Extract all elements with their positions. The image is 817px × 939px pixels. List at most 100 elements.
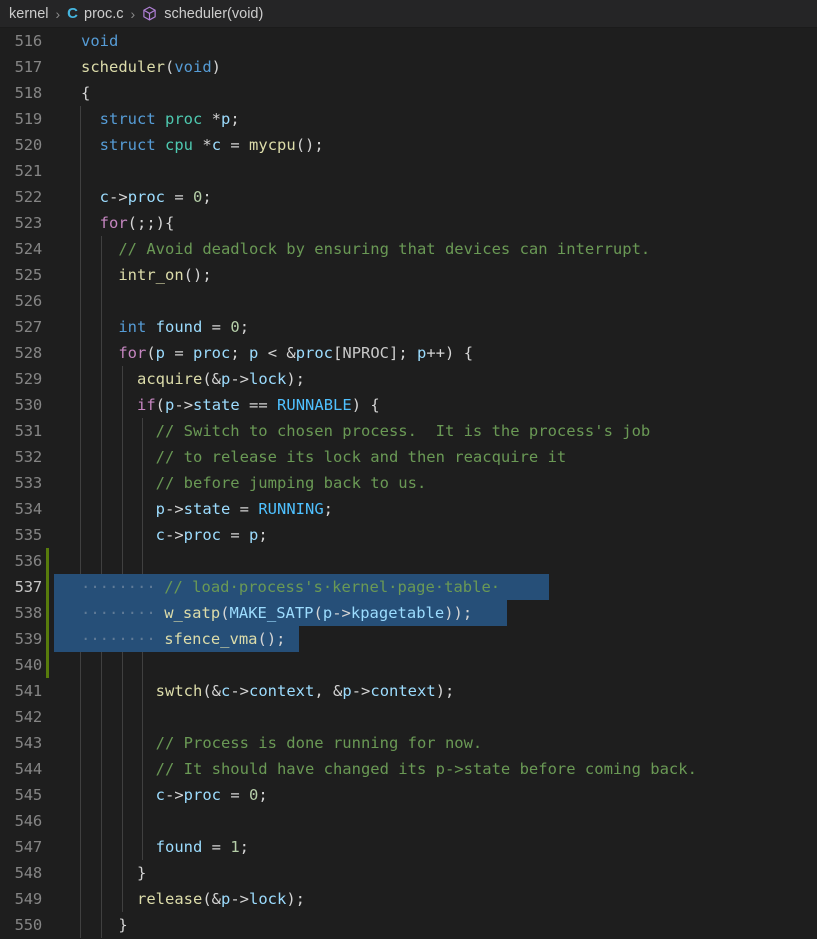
code-text[interactable]: int found = 0; bbox=[54, 314, 817, 340]
code-line[interactable]: 547 found = 1; bbox=[0, 834, 817, 860]
code-text[interactable]: if(p->state == RUNNABLE) { bbox=[54, 392, 817, 418]
code-line[interactable]: 518{ bbox=[0, 80, 817, 106]
indent-guide bbox=[100, 704, 102, 730]
code-text[interactable]: for(;;){ bbox=[54, 210, 817, 236]
code-line[interactable]: 542 bbox=[0, 704, 817, 730]
token: ); bbox=[286, 370, 306, 388]
code-text[interactable]: // It should have changed its p->state b… bbox=[54, 756, 817, 782]
code-text[interactable]: // Process is done running for now. bbox=[54, 730, 817, 756]
code-text[interactable]: swtch(&c->context, &p->context); bbox=[54, 678, 817, 704]
indent-guide bbox=[100, 288, 102, 314]
code-line[interactable]: 534 p->state = RUNNING; bbox=[0, 496, 817, 522]
token: lock bbox=[249, 370, 287, 388]
code-text[interactable]: // to release its lock and then reacquir… bbox=[54, 444, 817, 470]
code-line[interactable]: 536 bbox=[0, 548, 817, 574]
code-line[interactable]: 517 scheduler(void) bbox=[0, 54, 817, 80]
code-line[interactable]: 532 // to release its lock and then reac… bbox=[0, 444, 817, 470]
code-text[interactable]: intr_on(); bbox=[54, 262, 817, 288]
code-text[interactable]: ········ // load·process's·kernel·page·ta… bbox=[54, 574, 817, 600]
code-line[interactable]: 527 int found = 0; bbox=[0, 314, 817, 340]
breadcrumb-item-folder[interactable]: kernel bbox=[9, 6, 49, 22]
code-text[interactable]: ········ w_satp(MAKE_SATP(p->kpagetable))… bbox=[54, 600, 817, 626]
code-line[interactable]: 519 struct proc *p; bbox=[0, 106, 817, 132]
code-text[interactable]: void bbox=[54, 28, 817, 54]
code-line[interactable]: 541 swtch(&c->context, &p->context); bbox=[0, 678, 817, 704]
code-line[interactable]: 543 // Process is done running for now. bbox=[0, 730, 817, 756]
code-tokens: struct proc *p; bbox=[81, 110, 240, 128]
code-text[interactable] bbox=[54, 652, 817, 678]
code-text[interactable]: // Avoid deadlock by ensuring that devic… bbox=[54, 236, 817, 262]
token: cpu bbox=[165, 136, 194, 154]
code-line[interactable]: 529 acquire(&p->lock); bbox=[0, 366, 817, 392]
cube-icon bbox=[142, 5, 157, 22]
indent-guide bbox=[80, 158, 81, 184]
code-line[interactable]: 537 ········// load·process's·kernel·page… bbox=[0, 574, 817, 600]
code-text[interactable]: for(p = proc; p < &proc[NPROC]; p++) { bbox=[54, 340, 817, 366]
indent-guides bbox=[54, 28, 817, 54]
token: 0 bbox=[193, 188, 203, 206]
code-line[interactable]: 535 c->proc = p; bbox=[0, 522, 817, 548]
code-text[interactable]: found = 1; bbox=[54, 834, 817, 860]
code-text[interactable]: } bbox=[54, 912, 817, 938]
token: ( bbox=[165, 58, 175, 76]
code-line[interactable]: 521 bbox=[0, 158, 817, 184]
code-line[interactable]: 540 bbox=[0, 652, 817, 678]
code-text[interactable] bbox=[54, 548, 817, 574]
code-line[interactable]: 523 for(;;){ bbox=[0, 210, 817, 236]
token: mycpu bbox=[249, 136, 296, 154]
breadcrumb-item-file[interactable]: proc.c bbox=[84, 6, 124, 22]
token: ) { bbox=[351, 396, 380, 414]
token: (); bbox=[183, 266, 212, 284]
indent-guides bbox=[54, 158, 817, 184]
code-line[interactable]: 530 if(p->state == RUNNABLE) { bbox=[0, 392, 817, 418]
code-line[interactable]: 548 } bbox=[0, 860, 817, 886]
token: int bbox=[118, 318, 147, 336]
code-line[interactable]: 524 // Avoid deadlock by ensuring that d… bbox=[0, 236, 817, 262]
code-text[interactable]: } bbox=[54, 860, 817, 886]
code-editor[interactable]: 516 void 517 scheduler(void) 518{519 struct … bbox=[0, 28, 817, 939]
code-text[interactable]: p->state = RUNNING; bbox=[54, 496, 817, 522]
code-text[interactable]: acquire(&p->lock); bbox=[54, 366, 817, 392]
code-line[interactable]: 538 ········ w_satp(MAKE_SATP(p->kpagetabl… bbox=[0, 600, 817, 626]
gutter-added-marker bbox=[46, 600, 49, 626]
code-line[interactable]: 528 for(p = proc; p < &proc[NPROC]; p++)… bbox=[0, 340, 817, 366]
code-text[interactable]: c->proc = 0; bbox=[54, 184, 817, 210]
code-text[interactable]: { bbox=[54, 80, 817, 106]
code-text[interactable]: struct proc *p; bbox=[54, 106, 817, 132]
code-text[interactable]: scheduler(void) bbox=[54, 54, 817, 80]
token: p bbox=[249, 344, 259, 362]
code-line[interactable]: 526 bbox=[0, 288, 817, 314]
code-text[interactable] bbox=[54, 288, 817, 314]
breadcrumb-item-symbol[interactable]: scheduler(void) bbox=[164, 6, 263, 22]
code-text[interactable]: // before jumping back to us. bbox=[54, 470, 817, 496]
code-text[interactable] bbox=[54, 704, 817, 730]
code-tokens: c->proc = 0; bbox=[81, 786, 268, 804]
code-line[interactable]: 531 // Switch to chosen process. It is t… bbox=[0, 418, 817, 444]
code-text[interactable]: c->proc = p; bbox=[54, 522, 817, 548]
code-text[interactable]: // Switch to chosen process. It is the p… bbox=[54, 418, 817, 444]
code-line[interactable]: 544 // It should have changed its p->sta… bbox=[0, 756, 817, 782]
code-line[interactable]: 520 struct cpu *c = mycpu(); bbox=[0, 132, 817, 158]
code-text[interactable] bbox=[54, 808, 817, 834]
code-line[interactable]: 525 intr_on(); bbox=[0, 262, 817, 288]
code-line[interactable]: 549 release(&p->lock); bbox=[0, 886, 817, 912]
code-line[interactable]: 546 bbox=[0, 808, 817, 834]
code-tokens: w_satp(MAKE_SATP(p->kpagetable)); bbox=[164, 604, 472, 622]
code-line[interactable]: 539 ········ sfence_vma(); bbox=[0, 626, 817, 652]
code-line[interactable]: 516 void bbox=[0, 28, 817, 54]
code-line[interactable]: 545 c->proc = 0; bbox=[0, 782, 817, 808]
code-text[interactable]: struct cpu *c = mycpu(); bbox=[54, 132, 817, 158]
gutter-blank bbox=[46, 54, 49, 80]
token: ( bbox=[220, 604, 230, 622]
token: proc bbox=[165, 110, 203, 128]
code-text[interactable]: c->proc = 0; bbox=[54, 782, 817, 808]
code-text[interactable] bbox=[54, 158, 817, 184]
token: c bbox=[155, 526, 165, 544]
code-text[interactable]: ········ sfence_vma(); bbox=[54, 626, 817, 652]
code-line[interactable]: 550 } bbox=[0, 912, 817, 938]
code-text[interactable]: release(&p->lock); bbox=[54, 886, 817, 912]
code-line[interactable]: 533 // before jumping back to us. bbox=[0, 470, 817, 496]
code-line[interactable]: 522 c->proc = 0; bbox=[0, 184, 817, 210]
